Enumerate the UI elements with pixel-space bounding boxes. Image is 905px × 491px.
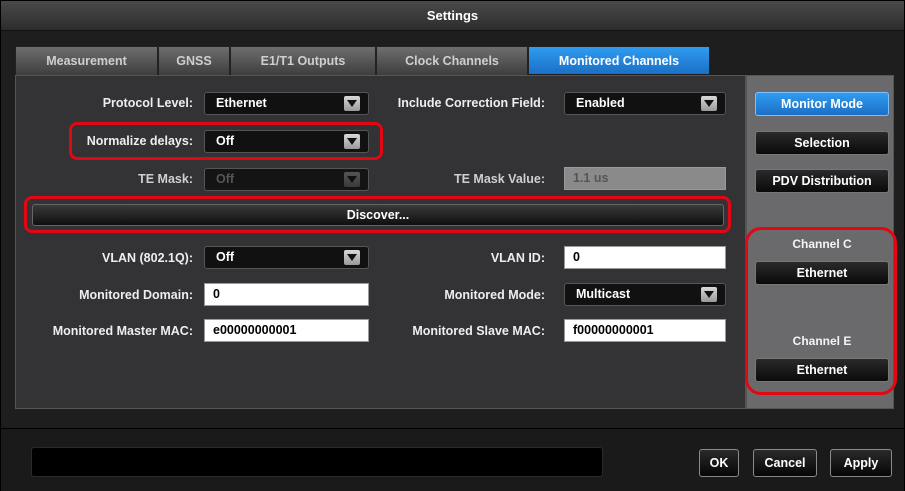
te-mask-value-field[interactable]: 1.1 us bbox=[564, 167, 726, 190]
normalize-delays-highlight bbox=[69, 122, 383, 160]
ok-button[interactable]: OK bbox=[699, 449, 739, 477]
protocol-level-dropdown[interactable]: Ethernet bbox=[204, 92, 369, 115]
te-mask-dropdown[interactable]: Off bbox=[204, 168, 369, 191]
chevron-down-icon bbox=[344, 172, 360, 187]
protocol-level-value: Ethernet bbox=[216, 96, 267, 110]
vlan-label: VLAN (802.1Q): bbox=[102, 251, 193, 265]
chevron-down-icon bbox=[701, 287, 717, 302]
chevron-down-icon bbox=[344, 96, 360, 111]
tab-gnss[interactable]: GNSS bbox=[158, 46, 230, 75]
cancel-button[interactable]: Cancel bbox=[753, 449, 817, 477]
te-mask-value-label: TE Mask Value: bbox=[453, 172, 545, 186]
discover-highlight bbox=[24, 196, 731, 233]
vlan-dropdown[interactable]: Off bbox=[204, 246, 369, 269]
tab-clock-channels[interactable]: Clock Channels bbox=[376, 46, 528, 75]
include-correction-label: Include Correction Field: bbox=[397, 96, 545, 110]
te-mask-value: Off bbox=[216, 172, 235, 186]
channels-highlight bbox=[745, 227, 897, 395]
tab-e1t1-outputs[interactable]: E1/T1 Outputs bbox=[230, 46, 376, 75]
vlan-id-label: VLAN ID: bbox=[490, 251, 545, 265]
monitored-mode-value: Multicast bbox=[576, 287, 631, 301]
chevron-down-icon bbox=[701, 96, 717, 111]
monitored-domain-label: Monitored Domain: bbox=[79, 288, 193, 302]
monitor-mode-button[interactable]: Monitor Mode bbox=[755, 92, 889, 116]
slave-mac-field[interactable]: f00000000001 bbox=[564, 319, 726, 342]
monitored-mode-dropdown[interactable]: Multicast bbox=[564, 283, 726, 306]
slave-mac-label: Monitored Slave MAC: bbox=[412, 324, 545, 338]
monitored-mode-label: Monitored Mode: bbox=[444, 288, 545, 302]
tab-monitored-channels[interactable]: Monitored Channels bbox=[528, 46, 710, 74]
pdv-distribution-button[interactable]: PDV Distribution bbox=[755, 169, 889, 193]
protocol-level-label: Protocol Level: bbox=[102, 96, 193, 110]
include-correction-value: Enabled bbox=[576, 96, 625, 110]
tab-bar: Measurement GNSS E1/T1 Outputs Clock Cha… bbox=[15, 46, 710, 75]
settings-window: Settings Measurement GNSS E1/T1 Outputs … bbox=[0, 0, 905, 491]
window-title: Settings bbox=[1, 1, 904, 31]
vlan-value: Off bbox=[216, 250, 235, 264]
master-mac-label: Monitored Master MAC: bbox=[52, 324, 193, 338]
chevron-down-icon bbox=[344, 250, 360, 265]
vlan-id-field[interactable]: 0 bbox=[564, 246, 726, 269]
te-mask-label: TE Mask: bbox=[138, 172, 193, 186]
master-mac-field[interactable]: e00000000001 bbox=[204, 319, 369, 342]
status-field bbox=[31, 447, 603, 477]
include-correction-dropdown[interactable]: Enabled bbox=[564, 92, 726, 115]
tab-measurement[interactable]: Measurement bbox=[15, 46, 158, 75]
selection-button[interactable]: Selection bbox=[755, 131, 889, 155]
apply-button[interactable]: Apply bbox=[830, 449, 892, 477]
monitored-domain-field[interactable]: 0 bbox=[204, 283, 369, 306]
